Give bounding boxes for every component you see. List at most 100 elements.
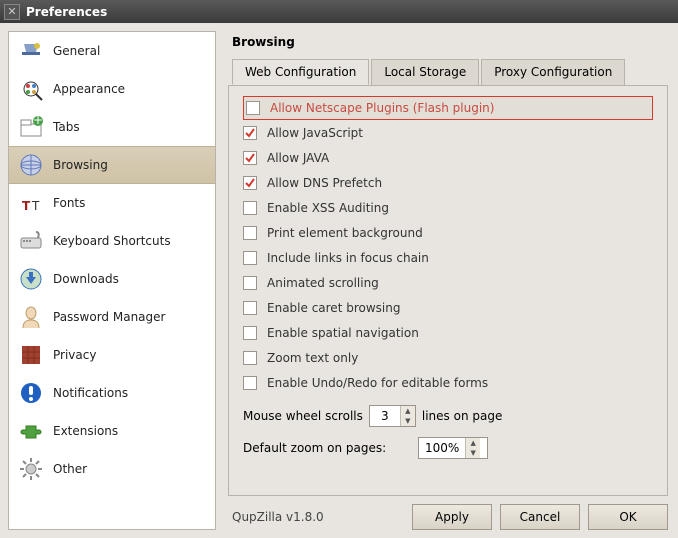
option-label: Animated scrolling [267, 276, 379, 290]
sidebar-item-downloads[interactable]: Downloads [9, 260, 215, 298]
checkbox[interactable] [243, 176, 257, 190]
tab-bar: Web ConfigurationLocal StorageProxy Conf… [232, 58, 668, 84]
option-row: Enable Undo/Redo for editable forms [243, 371, 653, 395]
checkbox[interactable] [243, 351, 257, 365]
spin-down-icon[interactable]: ▼ [401, 416, 415, 426]
checkbox[interactable] [243, 376, 257, 390]
sidebar-item-tabs[interactable]: + Tabs [9, 108, 215, 146]
appearance-icon [17, 75, 45, 103]
option-row: Enable spatial navigation [243, 321, 653, 345]
sidebar-item-label: Browsing [53, 158, 108, 172]
cancel-button[interactable]: Cancel [500, 504, 580, 530]
option-row: Allow Netscape Plugins (Flash plugin) [243, 96, 653, 120]
sidebar-item-label: Extensions [53, 424, 118, 438]
downloads-icon [17, 265, 45, 293]
sidebar-item-fonts[interactable]: TT Fonts [9, 184, 215, 222]
sidebar-item-password[interactable]: Password Manager [9, 298, 215, 336]
option-label: Enable spatial navigation [267, 326, 419, 340]
checkbox[interactable] [243, 201, 257, 215]
wheel-prefix: Mouse wheel scrolls [243, 409, 363, 423]
zoom-spinbox[interactable]: ▲▼ [418, 437, 488, 459]
close-icon[interactable]: ✕ [4, 4, 20, 20]
checkbox[interactable] [243, 251, 257, 265]
sidebar-item-notifications[interactable]: Notifications [9, 374, 215, 412]
sidebar-item-appearance[interactable]: Appearance [9, 70, 215, 108]
wheel-suffix: lines on page [422, 409, 502, 423]
zoom-row: Default zoom on pages: ▲▼ [243, 437, 653, 459]
option-row: Enable XSS Auditing [243, 196, 653, 220]
sidebar: General Appearance + Tabs Browsing TT Fonts Key… [0, 23, 224, 538]
svg-text:+: + [33, 114, 43, 127]
spin-up-icon[interactable]: ▲ [401, 406, 415, 416]
window-title: Preferences [26, 5, 107, 19]
checkbox[interactable] [243, 226, 257, 240]
option-label: Enable Undo/Redo for editable forms [267, 376, 488, 390]
option-label: Allow JAVA [267, 151, 329, 165]
checkbox[interactable] [243, 326, 257, 340]
option-label: Allow Netscape Plugins (Flash plugin) [270, 101, 494, 115]
tabs-icon: + [17, 113, 45, 141]
option-row: Allow JAVA [243, 146, 653, 170]
tab-proxy-configuration[interactable]: Proxy Configuration [481, 59, 625, 85]
keyboard-icon [17, 227, 45, 255]
zoom-label: Default zoom on pages: [243, 441, 386, 455]
checkbox[interactable] [243, 276, 257, 290]
password-icon [17, 303, 45, 331]
wheel-scroll-row: Mouse wheel scrolls ▲▼ lines on page [243, 405, 653, 427]
option-label: Allow JavaScript [267, 126, 363, 140]
sidebar-item-privacy[interactable]: Privacy [9, 336, 215, 374]
sidebar-item-extensions[interactable]: Extensions [9, 412, 215, 450]
svg-text:T: T [31, 199, 40, 213]
option-row: Include links in focus chain [243, 246, 653, 270]
option-row: Allow DNS Prefetch [243, 171, 653, 195]
sidebar-item-label: Password Manager [53, 310, 165, 324]
notifications-icon [17, 379, 45, 407]
sidebar-item-label: General [53, 44, 100, 58]
option-label: Zoom text only [267, 351, 358, 365]
extensions-icon [17, 417, 45, 445]
tab-web-configuration[interactable]: Web Configuration [232, 59, 369, 85]
general-icon [17, 37, 45, 65]
browsing-icon [17, 151, 45, 179]
option-row: Animated scrolling [243, 271, 653, 295]
checkbox[interactable] [243, 126, 257, 140]
svg-text:T: T [22, 199, 31, 213]
other-icon [17, 455, 45, 483]
titlebar: ✕ Preferences [0, 0, 678, 23]
option-row: Zoom text only [243, 346, 653, 370]
option-row: Print element background [243, 221, 653, 245]
sidebar-item-keyboard[interactable]: Keyboard Shortcuts [9, 222, 215, 260]
option-label: Enable XSS Auditing [267, 201, 389, 215]
option-row: Enable caret browsing [243, 296, 653, 320]
wheel-lines-input[interactable] [370, 406, 400, 426]
wheel-lines-spinbox[interactable]: ▲▼ [369, 405, 416, 427]
checkbox[interactable] [246, 101, 260, 115]
sidebar-item-label: Keyboard Shortcuts [53, 234, 171, 248]
fonts-icon: TT [17, 189, 45, 217]
apply-button[interactable]: Apply [412, 504, 492, 530]
sidebar-item-label: Downloads [53, 272, 119, 286]
sidebar-item-browsing[interactable]: Browsing [9, 146, 215, 184]
zoom-input[interactable] [419, 438, 465, 458]
version-label: QupZilla v1.8.0 [232, 510, 404, 524]
sidebar-item-label: Appearance [53, 82, 125, 96]
sidebar-item-label: Privacy [53, 348, 96, 362]
sidebar-item-label: Other [53, 462, 87, 476]
privacy-icon [17, 341, 45, 369]
spin-down-icon[interactable]: ▼ [466, 448, 480, 458]
ok-button[interactable]: OK [588, 504, 668, 530]
sidebar-item-label: Notifications [53, 386, 128, 400]
option-label: Allow DNS Prefetch [267, 176, 382, 190]
sidebar-item-label: Fonts [53, 196, 85, 210]
sidebar-item-label: Tabs [53, 120, 80, 134]
checkbox[interactable] [243, 151, 257, 165]
option-row: Allow JavaScript [243, 121, 653, 145]
checkbox[interactable] [243, 301, 257, 315]
option-label: Print element background [267, 226, 423, 240]
sidebar-item-general[interactable]: General [9, 32, 215, 70]
spin-up-icon[interactable]: ▲ [466, 438, 480, 448]
option-label: Include links in focus chain [267, 251, 429, 265]
sidebar-item-other[interactable]: Other [9, 450, 215, 488]
option-label: Enable caret browsing [267, 301, 400, 315]
tab-local-storage[interactable]: Local Storage [371, 59, 479, 85]
